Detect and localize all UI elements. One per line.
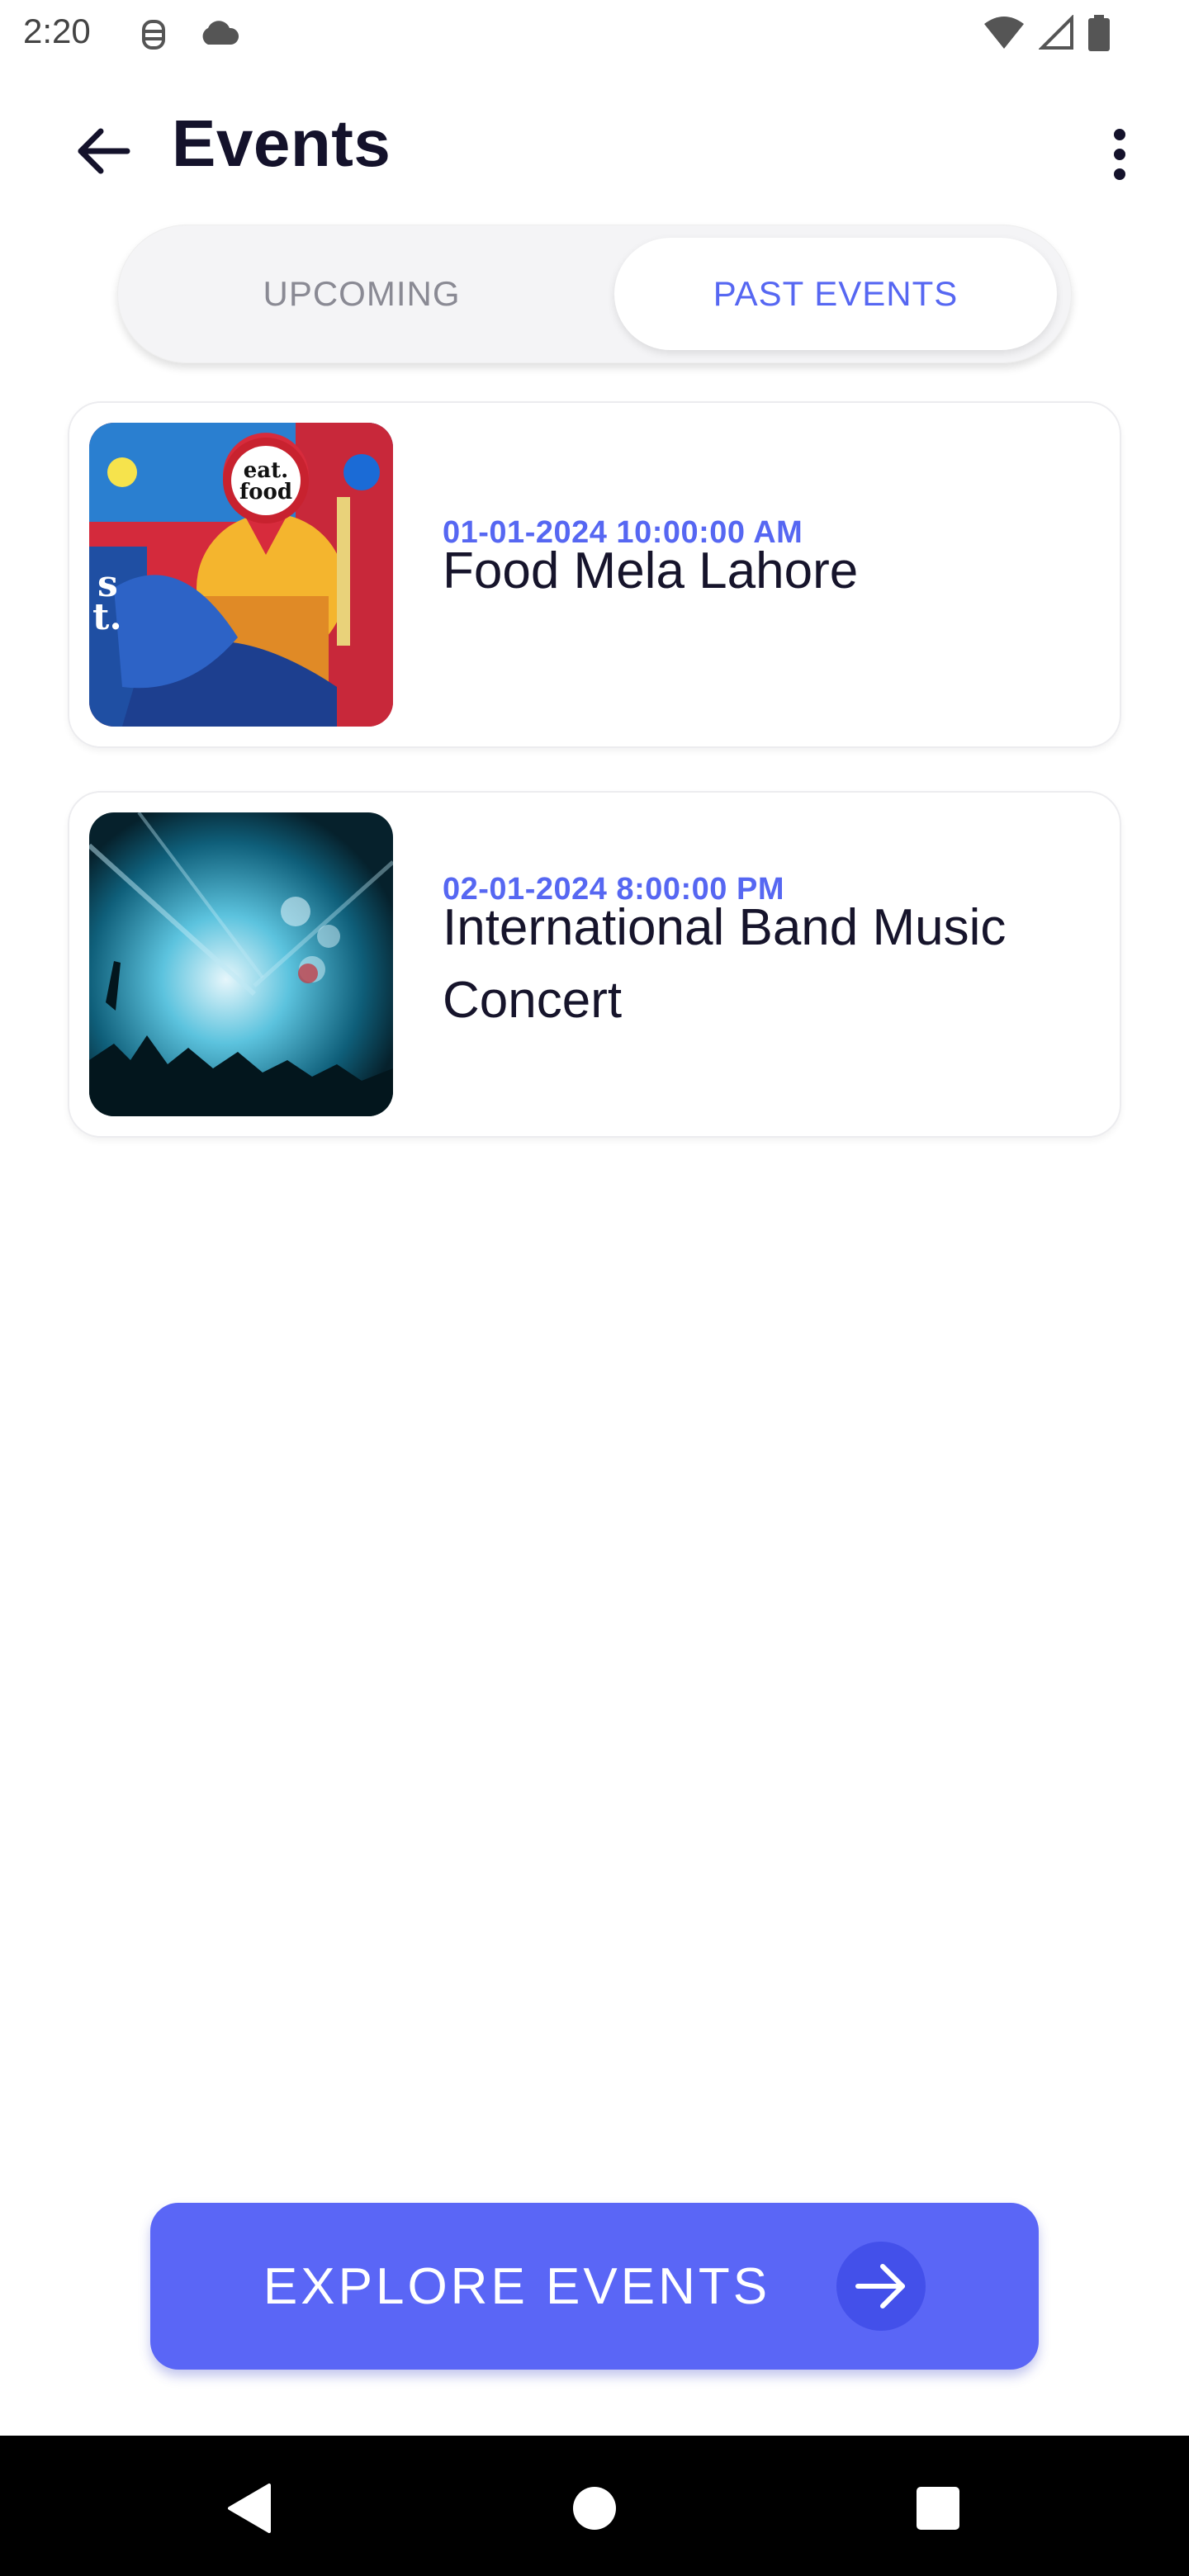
tab-upcoming[interactable]: UPCOMING	[130, 238, 593, 350]
back-button[interactable]	[66, 116, 140, 190]
arrow-right-icon	[836, 2242, 926, 2331]
home-circle-icon	[571, 2485, 618, 2536]
status-icons	[983, 14, 1110, 55]
explore-events-label: EXPLORE EVENTS	[263, 2257, 771, 2315]
wifi-icon	[983, 16, 1026, 54]
event-list: eat. food s t. 01-01-2024 10:00:00 AM Fo…	[68, 401, 1121, 1181]
svg-text:t.: t.	[92, 596, 122, 638]
status-time: 2:20	[23, 12, 91, 50]
page-title: Events	[172, 107, 391, 180]
event-image-food-festival: eat. food s t.	[89, 423, 393, 727]
event-title: Food Mela Lahore	[443, 542, 859, 599]
event-card[interactable]: 02-01-2024 8:00:00 PM International Band…	[68, 791, 1121, 1138]
back-triangle-icon	[225, 2482, 274, 2539]
nav-back-button[interactable]	[216, 2477, 282, 2543]
event-image-concert	[89, 812, 393, 1116]
event-title: International Band Music Concert	[443, 899, 1007, 1029]
status-bar: 2:20	[0, 0, 1189, 69]
cloud-icon	[197, 18, 241, 48]
nav-home-button[interactable]	[561, 2477, 628, 2543]
system-nav-bar	[0, 2436, 1189, 2576]
recents-square-icon	[916, 2486, 960, 2535]
nav-recents-button[interactable]	[905, 2477, 971, 2543]
event-tabs: UPCOMING PAST EVENTS	[117, 225, 1072, 363]
svg-text:food: food	[239, 480, 292, 504]
explore-events-button[interactable]: EXPLORE EVENTS	[150, 2203, 1039, 2370]
battery-icon	[1088, 15, 1110, 55]
tab-past-events[interactable]: PAST EVENTS	[614, 238, 1057, 350]
signal-icon	[1038, 14, 1075, 55]
debug-icon	[137, 17, 170, 53]
more-vertical-icon	[1113, 128, 1126, 185]
event-card[interactable]: eat. food s t. 01-01-2024 10:00:00 AM Fo…	[68, 401, 1121, 748]
events-screen: 2:20 Events UPCOMING PAST EVENTS eat. fo…	[0, 0, 1189, 2576]
arrow-left-icon	[76, 128, 130, 178]
app-bar: Events	[0, 91, 1189, 206]
more-options-button[interactable]	[1087, 119, 1153, 193]
